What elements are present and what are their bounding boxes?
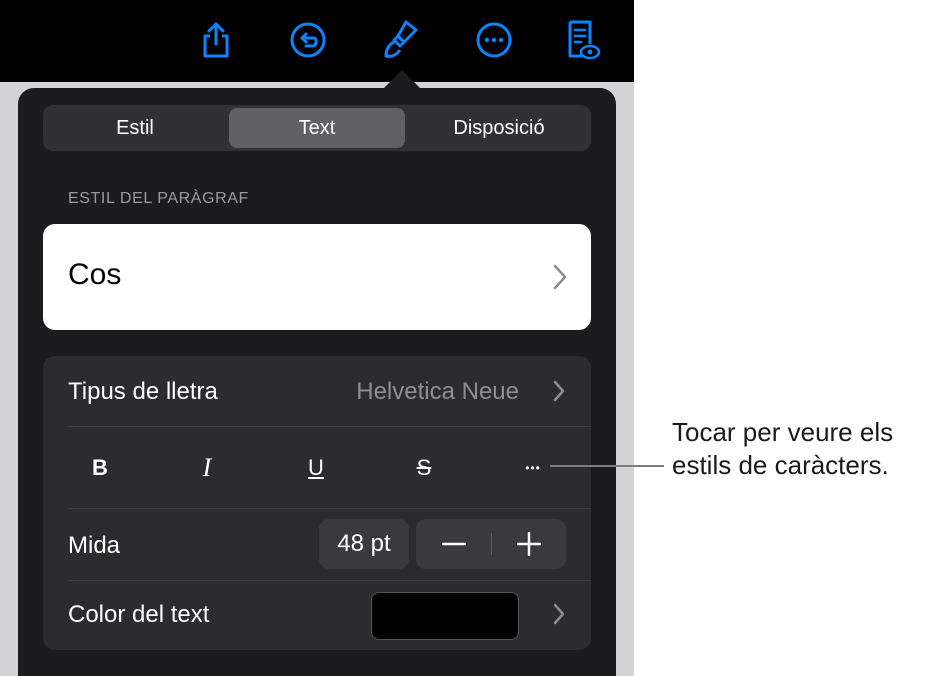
tab-estil[interactable]: Estil — [47, 108, 223, 148]
callout-text: Tocar per veure els estils de caràcters. — [672, 416, 930, 482]
format-popover: Estil Text Disposició ESTIL DEL PARÀGRAF… — [18, 88, 616, 676]
toolbar — [0, 0, 634, 82]
callout-line-1: Tocar per veure els — [672, 417, 894, 447]
callout-line-2: estils de caràcters. — [672, 450, 889, 480]
increase-size-button[interactable] — [491, 519, 566, 569]
font-row[interactable]: Tipus de lletra Helvetica Neue — [43, 356, 591, 426]
font-size-field[interactable]: 48 pt — [319, 519, 409, 569]
decrease-size-button[interactable] — [416, 519, 491, 569]
italic-button[interactable]: I — [177, 446, 237, 490]
paragraph-style-row[interactable]: Cos — [43, 224, 591, 330]
more-character-styles-button[interactable]: ••• — [503, 446, 563, 490]
font-size-stepper — [416, 519, 566, 569]
ipad-screen: Estil Text Disposició ESTIL DEL PARÀGRAF… — [0, 0, 634, 676]
bold-button[interactable]: B — [70, 446, 130, 490]
paragraph-style-value: Cos — [68, 258, 122, 291]
tab-control: Estil Text Disposició — [43, 105, 591, 151]
paragraph-style-header: ESTIL DEL PARÀGRAF — [68, 190, 249, 207]
text-color-label: Color del text — [68, 601, 210, 628]
paintbrush-icon[interactable] — [378, 18, 422, 62]
font-settings-card: Tipus de lletra Helvetica Neue B I U S •… — [43, 356, 591, 650]
tab-disposicio[interactable]: Disposició — [411, 108, 587, 148]
divider — [68, 426, 591, 427]
size-label: Mida — [68, 532, 121, 559]
chevron-right-icon — [553, 603, 565, 630]
popover-arrow — [384, 70, 420, 88]
share-icon[interactable] — [194, 18, 238, 62]
callout-leader-line — [550, 465, 664, 467]
more-icon[interactable] — [472, 18, 516, 62]
chevron-right-icon — [553, 380, 565, 407]
strikethrough-button[interactable]: S — [394, 446, 454, 490]
text-color-row[interactable]: Color del text — [43, 581, 591, 650]
tab-text[interactable]: Text — [229, 108, 405, 148]
underline-button[interactable]: U — [286, 446, 346, 490]
font-value: Helvetica Neue — [356, 378, 519, 405]
reader-view-icon[interactable] — [560, 18, 604, 62]
undo-icon[interactable] — [286, 18, 330, 62]
font-label: Tipus de lletra — [68, 378, 218, 405]
chevron-right-icon — [553, 264, 567, 295]
text-color-swatch[interactable] — [371, 592, 519, 640]
divider — [68, 508, 591, 509]
